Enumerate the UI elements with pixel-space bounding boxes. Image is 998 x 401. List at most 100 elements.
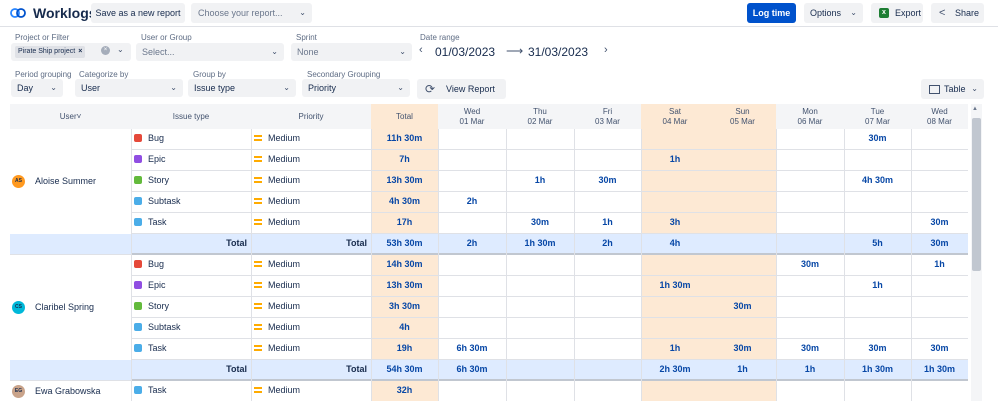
day-cell[interactable]: [574, 318, 641, 339]
day-cell[interactable]: [574, 255, 641, 276]
column-header-day[interactable]: Sun 05 Mar: [709, 104, 776, 129]
day-cell[interactable]: 30m: [844, 129, 911, 150]
day-cell[interactable]: [776, 129, 844, 150]
day-cell[interactable]: [709, 276, 776, 297]
day-cell[interactable]: [641, 255, 709, 276]
day-cell[interactable]: [438, 255, 506, 276]
chevron-right-icon[interactable]: ›: [604, 44, 608, 56]
user-total-day-cell[interactable]: 2h: [438, 234, 506, 255]
day-cell[interactable]: [911, 171, 968, 192]
day-cell[interactable]: [709, 150, 776, 171]
day-cell[interactable]: 30m: [574, 171, 641, 192]
save-as-new-report-button[interactable]: Save as a new report: [91, 3, 185, 23]
period-grouping-select[interactable]: Day ⌄: [11, 79, 63, 97]
day-cell[interactable]: 4h 30m: [844, 171, 911, 192]
share-button[interactable]: < Share: [931, 3, 984, 23]
day-cell[interactable]: [506, 318, 574, 339]
user-group-cell[interactable]: AS Aloise Summer: [10, 129, 131, 255]
day-cell[interactable]: 1h: [574, 213, 641, 234]
day-cell[interactable]: [641, 129, 709, 150]
day-cell[interactable]: [574, 339, 641, 360]
day-cell[interactable]: [438, 276, 506, 297]
day-cell[interactable]: [911, 318, 968, 339]
day-cell[interactable]: [844, 318, 911, 339]
day-cell[interactable]: [911, 129, 968, 150]
day-cell[interactable]: [709, 213, 776, 234]
day-cell[interactable]: 30m: [709, 297, 776, 318]
day-cell[interactable]: 2h: [438, 192, 506, 213]
column-header-day[interactable]: Thu 02 Mar: [506, 104, 574, 129]
day-cell[interactable]: [438, 381, 506, 401]
day-cell[interactable]: [438, 213, 506, 234]
column-header-day[interactable]: Mon 06 Mar: [776, 104, 844, 129]
scroll-up-arrow-icon[interactable]: ▲: [972, 106, 978, 112]
export-button[interactable]: x Export: [871, 3, 923, 23]
day-cell[interactable]: [776, 381, 844, 401]
row-total-cell[interactable]: 7h: [371, 150, 438, 171]
day-cell[interactable]: 30m: [911, 213, 968, 234]
day-cell[interactable]: [641, 318, 709, 339]
day-cell[interactable]: [574, 129, 641, 150]
column-header-day[interactable]: Wed 08 Mar: [911, 104, 968, 129]
row-total-cell[interactable]: 3h 30m: [371, 297, 438, 318]
day-cell[interactable]: [776, 150, 844, 171]
day-cell[interactable]: 30m: [844, 339, 911, 360]
close-icon[interactable]: ×: [78, 48, 82, 55]
log-time-button[interactable]: Log time: [747, 3, 796, 23]
day-cell[interactable]: [506, 192, 574, 213]
day-cell[interactable]: 1h: [911, 255, 968, 276]
day-cell[interactable]: [911, 297, 968, 318]
user-total-day-cell[interactable]: [709, 234, 776, 255]
row-total-cell[interactable]: 13h 30m: [371, 171, 438, 192]
column-header-total[interactable]: Total: [371, 104, 438, 129]
day-cell[interactable]: 1h 30m: [641, 276, 709, 297]
user-total-day-cell[interactable]: 5h: [844, 234, 911, 255]
day-cell[interactable]: [574, 297, 641, 318]
day-cell[interactable]: [709, 129, 776, 150]
column-header-day[interactable]: Fri 03 Mar: [574, 104, 641, 129]
options-button[interactable]: Options ⌄: [804, 3, 863, 23]
user-total-day-cell[interactable]: [574, 360, 641, 381]
day-cell[interactable]: 6h 30m: [438, 339, 506, 360]
user-total-day-cell[interactable]: 4h: [641, 234, 709, 255]
day-cell[interactable]: [574, 150, 641, 171]
clear-icon[interactable]: ×: [101, 46, 110, 55]
user-total-day-cell[interactable]: 2h 30m: [641, 360, 709, 381]
user-total-day-cell[interactable]: 1h 30m: [844, 360, 911, 381]
column-header-day[interactable]: Tue 07 Mar: [844, 104, 911, 129]
day-cell[interactable]: [844, 192, 911, 213]
view-report-button[interactable]: ⟳ View Report: [417, 79, 506, 99]
day-cell[interactable]: [438, 318, 506, 339]
day-cell[interactable]: [709, 192, 776, 213]
day-cell[interactable]: [506, 150, 574, 171]
day-cell[interactable]: [438, 150, 506, 171]
day-cell[interactable]: [844, 297, 911, 318]
user-total-day-cell[interactable]: 6h 30m: [438, 360, 506, 381]
user-group-cell[interactable]: EG Ewa Grabowska: [10, 381, 131, 401]
day-cell[interactable]: [709, 381, 776, 401]
day-cell[interactable]: [574, 192, 641, 213]
user-group-cell[interactable]: CS Claribel Spring: [10, 255, 131, 381]
day-cell[interactable]: 30m: [776, 255, 844, 276]
day-cell[interactable]: [776, 171, 844, 192]
day-cell[interactable]: 30m: [776, 339, 844, 360]
day-cell[interactable]: [438, 129, 506, 150]
day-cell[interactable]: [844, 255, 911, 276]
user-total-day-cell[interactable]: 1h 30m: [506, 234, 574, 255]
day-cell[interactable]: 1h: [641, 150, 709, 171]
day-cell[interactable]: 30m: [911, 339, 968, 360]
day-cell[interactable]: [911, 276, 968, 297]
user-total-day-cell[interactable]: 2h: [574, 234, 641, 255]
day-cell[interactable]: [506, 339, 574, 360]
chevron-left-icon[interactable]: ‹: [419, 44, 423, 56]
day-cell[interactable]: [709, 255, 776, 276]
day-cell[interactable]: [641, 381, 709, 401]
day-cell[interactable]: [574, 381, 641, 401]
column-header-priority[interactable]: Priority: [251, 104, 371, 129]
user-total-day-cell[interactable]: 1h: [709, 360, 776, 381]
day-cell[interactable]: 30m: [506, 213, 574, 234]
day-cell[interactable]: [911, 192, 968, 213]
column-header-day[interactable]: Sat 04 Mar: [641, 104, 709, 129]
day-cell[interactable]: [776, 213, 844, 234]
day-cell[interactable]: [911, 381, 968, 401]
